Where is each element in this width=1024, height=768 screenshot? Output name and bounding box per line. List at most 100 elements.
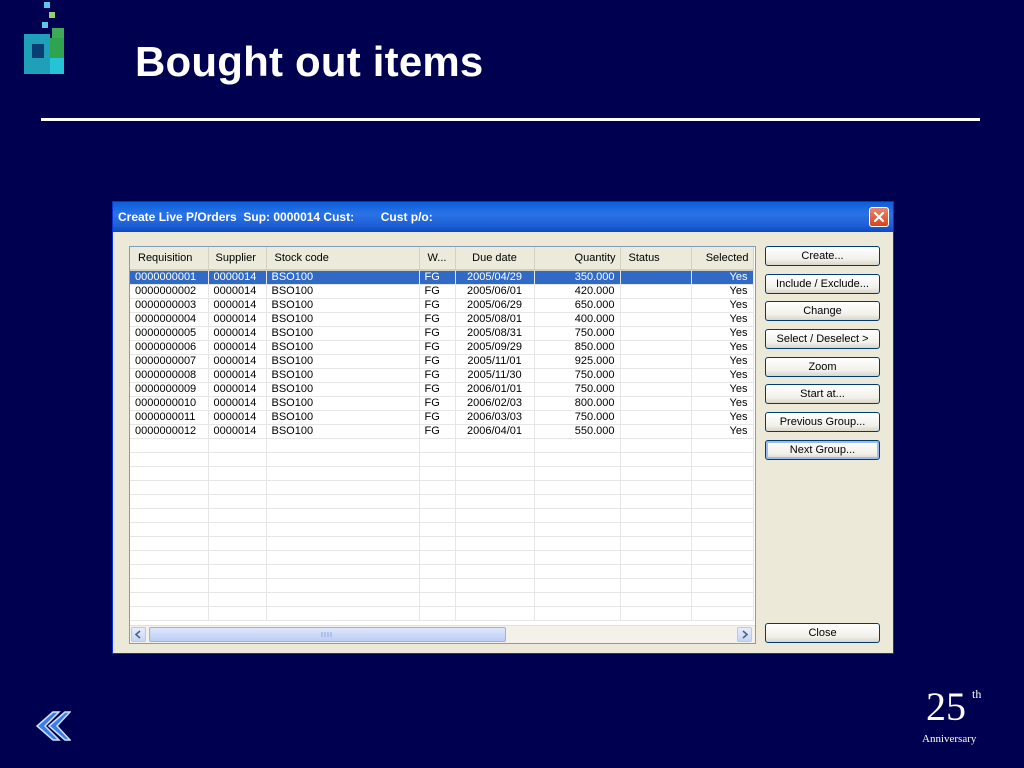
table-row[interactable]: 0000000002 0000014 BSO100 FG 2005/06/01 420.0…	[130, 284, 754, 299]
empty-cell	[691, 438, 754, 453]
table-row[interactable]: 0000000005 0000014 BSO100 FG 2005/08/31 750.0…	[130, 326, 754, 341]
table-cell: 925.000	[534, 354, 621, 369]
empty-row	[130, 508, 754, 523]
zoom-button[interactable]: Zoom	[765, 357, 880, 377]
empty-cell	[419, 438, 456, 453]
empty-cell	[130, 522, 209, 537]
empty-cell	[620, 452, 692, 467]
col-quantity[interactable]: Quantity	[534, 247, 621, 271]
include-exclude-button[interactable]: Include / Exclude...	[765, 274, 880, 294]
empty-cell	[691, 550, 754, 565]
empty-cell	[208, 452, 267, 467]
table-cell: FG	[419, 424, 456, 439]
empty-row	[130, 592, 754, 607]
table-cell: 750.000	[534, 410, 621, 425]
col-due-date[interactable]: Due date	[455, 247, 535, 271]
col-status[interactable]: Status	[620, 247, 692, 271]
table-row[interactable]: 0000000003 0000014 BSO100 FG 2005/06/29 650.0…	[130, 298, 754, 313]
empty-cell	[208, 508, 267, 523]
table-cell: 0000014	[208, 410, 267, 425]
table-cell: Yes	[691, 368, 754, 383]
empty-cell	[691, 564, 754, 579]
table-cell: 650.000	[534, 298, 621, 313]
table-cell: 2005/08/31	[455, 326, 535, 341]
table-cell: 350.000	[534, 270, 621, 285]
empty-cell	[534, 536, 621, 551]
table-cell: 0000014	[208, 368, 267, 383]
empty-cell	[534, 578, 621, 593]
table-cell: FG	[419, 382, 456, 397]
scrollbar-thumb[interactable]	[149, 627, 506, 642]
dialog-titlebar[interactable]: Create Live P/Orders Sup: 0000014 Cust: …	[113, 202, 893, 232]
col-requisition[interactable]: Requisition	[130, 247, 209, 271]
empty-cell	[266, 536, 420, 551]
table-cell	[620, 354, 692, 369]
table-cell: 0000014	[208, 382, 267, 397]
table-cell: BSO100	[266, 382, 420, 397]
scroll-left-icon[interactable]	[131, 627, 146, 642]
requisition-list[interactable]: Requisition Supplier Stock code W... Due…	[129, 246, 756, 644]
table-cell: 0000000002	[130, 284, 209, 299]
empty-cell	[208, 578, 267, 593]
table-row[interactable]: 0000000010 0000014 BSO100 FG 2006/02/03 800.0…	[130, 396, 754, 411]
change-button[interactable]: Change	[765, 301, 880, 321]
empty-cell	[266, 480, 420, 495]
start-at-button[interactable]: Start at...	[765, 384, 880, 404]
dialog-client-area: Requisition Supplier Stock code W... Due…	[116, 232, 890, 652]
table-cell	[620, 424, 692, 439]
table-row[interactable]: 0000000009 0000014 BSO100 FG 2006/01/01 750.0…	[130, 382, 754, 397]
empty-cell	[130, 606, 209, 621]
empty-cell	[266, 452, 420, 467]
table-row[interactable]: 0000000001 0000014 BSO100 FG 2005/04/29 350.0…	[130, 270, 754, 285]
table-cell: 550.000	[534, 424, 621, 439]
select-deselect-button[interactable]: Select / Deselect >	[765, 329, 880, 349]
empty-cell	[620, 466, 692, 481]
empty-cell	[620, 494, 692, 509]
next-group-button[interactable]: Next Group...	[765, 440, 880, 460]
table-cell: 0000000005	[130, 326, 209, 341]
empty-cell	[691, 522, 754, 537]
empty-cell	[130, 536, 209, 551]
close-button[interactable]: Close	[765, 623, 880, 643]
table-cell: BSO100	[266, 270, 420, 285]
empty-cell	[130, 550, 209, 565]
empty-cell	[455, 536, 535, 551]
horizontal-scrollbar[interactable]	[130, 625, 755, 643]
table-row[interactable]: 0000000004 0000014 BSO100 FG 2005/08/01 400.0…	[130, 312, 754, 327]
table-cell: BSO100	[266, 424, 420, 439]
empty-cell	[266, 592, 420, 607]
empty-cell	[691, 494, 754, 509]
table-cell: 0000000011	[130, 410, 209, 425]
empty-cell	[620, 550, 692, 565]
empty-cell	[208, 550, 267, 565]
table-cell: 0000014	[208, 326, 267, 341]
table-cell: 750.000	[534, 326, 621, 341]
table-cell: 2005/06/01	[455, 284, 535, 299]
col-warehouse[interactable]: W...	[419, 247, 456, 271]
col-supplier[interactable]: Supplier	[208, 247, 267, 271]
empty-cell	[419, 606, 456, 621]
table-cell: Yes	[691, 382, 754, 397]
col-stock-code[interactable]: Stock code	[266, 247, 420, 271]
col-selected[interactable]: Selected	[691, 247, 754, 271]
empty-cell	[130, 438, 209, 453]
scroll-right-icon[interactable]	[737, 627, 752, 642]
empty-cell	[534, 508, 621, 523]
create-button[interactable]: Create...	[765, 246, 880, 266]
table-row[interactable]: 0000000008 0000014 BSO100 FG 2005/11/30 750.0…	[130, 368, 754, 383]
previous-group-button[interactable]: Previous Group...	[765, 412, 880, 432]
table-cell: Yes	[691, 354, 754, 369]
close-icon[interactable]	[869, 207, 889, 227]
table-cell: BSO100	[266, 284, 420, 299]
table-row[interactable]: 0000000007 0000014 BSO100 FG 2005/11/01 925.0…	[130, 354, 754, 369]
empty-cell	[534, 480, 621, 495]
table-cell: 0000000001	[130, 270, 209, 285]
double-chevron-left-icon[interactable]	[31, 710, 71, 742]
empty-cell	[534, 522, 621, 537]
empty-cell	[620, 564, 692, 579]
table-row[interactable]: 0000000011 0000014 BSO100 FG 2006/03/03 750.0…	[130, 410, 754, 425]
empty-cell	[419, 522, 456, 537]
empty-cell	[266, 494, 420, 509]
table-row[interactable]: 0000000012 0000014 BSO100 FG 2006/04/01 550.0…	[130, 424, 754, 439]
table-row[interactable]: 0000000006 0000014 BSO100 FG 2005/09/29 850.0…	[130, 340, 754, 355]
